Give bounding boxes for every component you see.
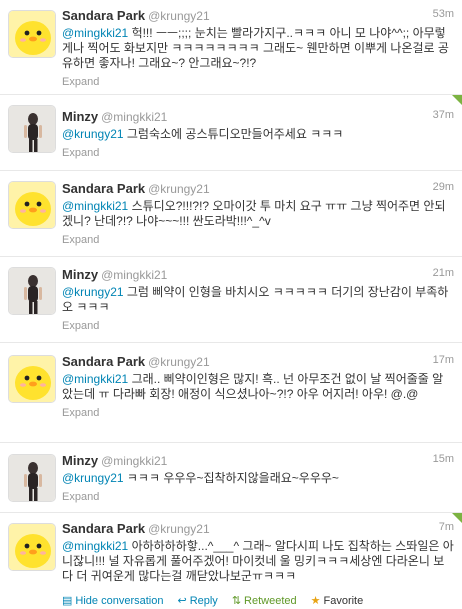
reply-arrow-icon: ↩ <box>177 595 187 607</box>
retweeted-button[interactable]: ⇅ Retweeted <box>231 594 297 608</box>
tweet-timestamp[interactable]: 29m <box>433 181 454 193</box>
mention-link[interactable]: @mingkki21 <box>62 372 128 386</box>
author-name[interactable]: Sandara Park <box>62 181 145 196</box>
author-name[interactable]: Sandara Park <box>62 8 145 23</box>
expand-link[interactable]: Expand <box>62 407 454 419</box>
tweet-item[interactable]: Sandara Park @krungy21 29m @mingkki21 스튜디… <box>0 171 462 257</box>
author-handle[interactable]: @krungy21 <box>148 182 210 196</box>
avatar-sandara[interactable] <box>8 10 56 58</box>
author-name[interactable]: Sandara Park <box>62 521 145 536</box>
mention-link[interactable]: @krungy21 <box>62 471 124 485</box>
speech-bubble-icon: ▤ <box>62 595 73 607</box>
favorite-label: Favorite <box>323 594 364 607</box>
tweet-item[interactable]: Sandara Park @krungy21 7m @mingkki21 아하하하… <box>0 513 462 609</box>
star-icon: ★ <box>310 595 321 607</box>
conversation-timeline: Sandara Park @krungy21 53m @mingkki21 헉!!… <box>0 0 462 609</box>
author-handle[interactable]: @mingkki21 <box>101 454 167 468</box>
tweet-body: ㅋㅋㅋ 우우우~집착하지않을래요~우우우~ <box>126 471 339 485</box>
expand-link[interactable]: Expand <box>62 320 454 332</box>
hide-conversation-label: Hide conversation <box>75 594 164 607</box>
tweet-item[interactable]: Sandara Park @krungy21 17m @mingkki21 그래.… <box>0 343 462 443</box>
tweet-actions: ▤ Hide conversation ↩ Reply ⇅ Retweeted ★ Fa… <box>62 594 364 608</box>
author-handle[interactable]: @krungy21 <box>148 522 210 536</box>
retweeted-label: Retweeted <box>244 594 297 607</box>
mention-link[interactable]: @mingkki21 <box>62 199 128 213</box>
author-name[interactable]: Minzy <box>62 453 98 468</box>
author-name[interactable]: Minzy <box>62 109 98 124</box>
tweet-body: 그럼숙소에 공스튜디오만들어주세요 ㅋㅋㅋ <box>126 127 344 141</box>
author-handle[interactable]: @krungy21 <box>148 355 210 369</box>
avatar-sandara[interactable] <box>8 181 56 229</box>
mention-link[interactable]: @krungy21 <box>62 285 124 299</box>
hide-conversation-button[interactable]: ▤ Hide conversation <box>62 594 164 608</box>
tweet-text: @mingkki21 아하하하하핳...^___^ 그래~ 알다시피 나도 집착… <box>62 539 454 584</box>
tweet-timestamp[interactable]: 21m <box>433 267 454 279</box>
reply-label: Reply <box>189 594 218 607</box>
retweet-icon: ⇅ <box>231 595 242 607</box>
tweet-timestamp[interactable]: 7m <box>439 521 454 533</box>
expand-link[interactable]: Expand <box>62 147 454 159</box>
mention-link[interactable]: @mingkki21 <box>62 26 128 40</box>
tweet-text: @mingkki21 헉!!! ㅡㅡ;;;; 눈치는 빨라가지구..ㅋㅋㅋ 아니… <box>62 26 454 71</box>
mention-link[interactable]: @krungy21 <box>62 127 124 141</box>
avatar-minzy[interactable] <box>8 454 56 502</box>
avatar-sandara[interactable] <box>8 523 56 571</box>
author-handle[interactable]: @mingkki21 <box>101 110 167 124</box>
tweet-item[interactable]: Minzy @mingkki21 37m @krungy21 그럼숙소에 공스튜디… <box>0 95 462 171</box>
avatar-sandara[interactable] <box>8 355 56 403</box>
tweet-text: @mingkki21 그래.. 삐약이인형은 많지! 흑.. 넌 아무조건 없이… <box>62 372 454 402</box>
tweet-text: @krungy21 그럼숙소에 공스튜디오만들어주세요 ㅋㅋㅋ <box>62 127 454 142</box>
mention-link[interactable]: @mingkki21 <box>62 539 128 553</box>
tweet-text: @krungy21 그럼 삐약이 인형을 바치시오 ㅋㅋㅋㅋㅋ 더기의 장난감이… <box>62 285 454 315</box>
author-name[interactable]: Sandara Park <box>62 354 145 369</box>
reply-button[interactable]: ↩ Reply <box>177 594 218 608</box>
tweet-item[interactable]: Sandara Park @krungy21 53m @mingkki21 헉!!… <box>0 0 462 95</box>
tweet-item[interactable]: Minzy @mingkki21 21m @krungy21 그럼 삐약이 인형을… <box>0 257 462 343</box>
avatar-minzy[interactable] <box>8 267 56 315</box>
author-name[interactable]: Minzy <box>62 267 98 282</box>
tweet-text: @mingkki21 스튜디오?!!!?!? 오마이갓 투 마치 요구 ㅠㅠ 그… <box>62 199 454 229</box>
expand-link[interactable]: Expand <box>62 76 454 88</box>
tweet-text: @krungy21 ㅋㅋㅋ 우우우~집착하지않을래요~우우우~ <box>62 471 454 486</box>
expand-link[interactable]: Expand <box>62 491 454 503</box>
tweet-timestamp[interactable]: 17m <box>433 354 454 366</box>
tweet-timestamp[interactable]: 37m <box>433 109 454 121</box>
tweet-item[interactable]: Minzy @mingkki21 15m @krungy21 ㅋㅋㅋ 우우우~집착… <box>0 443 462 513</box>
tweet-timestamp[interactable]: 53m <box>433 8 454 20</box>
corner-marker <box>452 95 462 105</box>
avatar-minzy[interactable] <box>8 105 56 153</box>
expand-link[interactable]: Expand <box>62 234 454 246</box>
tweet-timestamp[interactable]: 15m <box>433 453 454 465</box>
favorite-button[interactable]: ★ Favorite <box>310 594 364 608</box>
author-handle[interactable]: @krungy21 <box>148 9 210 23</box>
author-handle[interactable]: @mingkki21 <box>101 268 167 282</box>
